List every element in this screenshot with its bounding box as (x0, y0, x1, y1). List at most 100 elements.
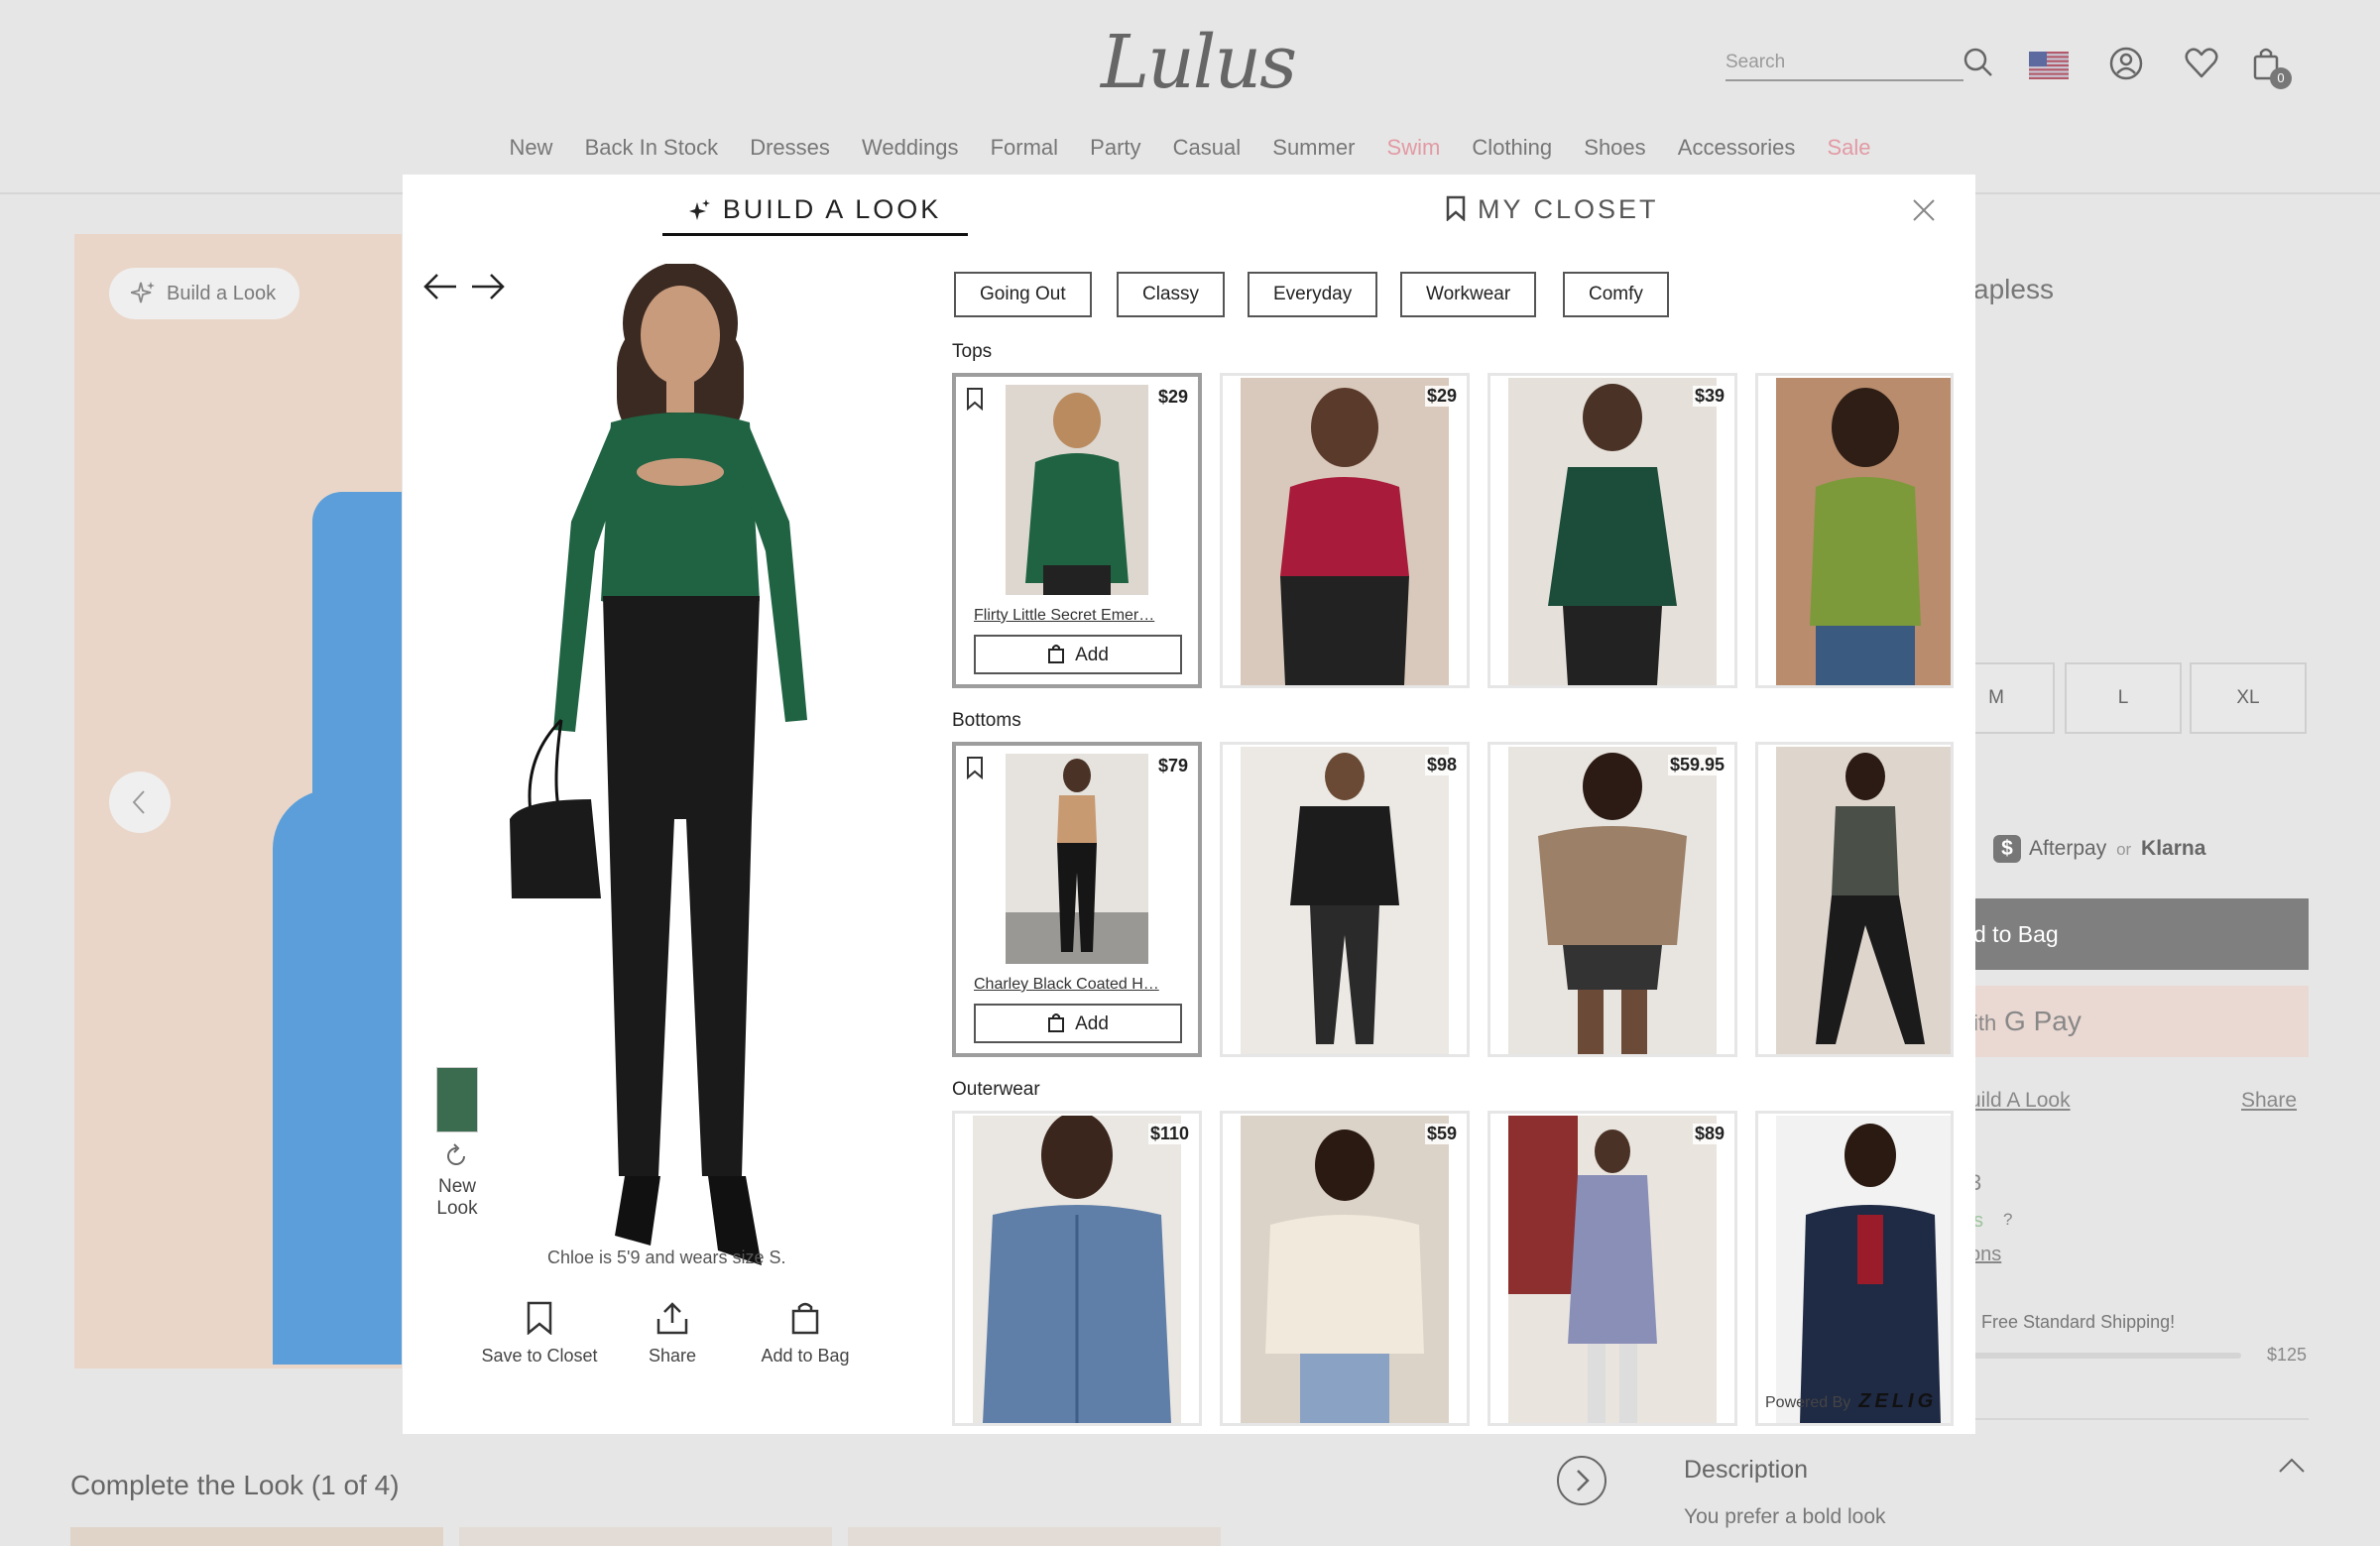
nav-item-summer[interactable]: Summer (1272, 135, 1355, 161)
complete-look-thumb[interactable] (70, 1527, 443, 1546)
nav-item-new[interactable]: New (509, 135, 552, 161)
shopping-bag-icon (1048, 1012, 1065, 1032)
model-size-note: Chloe is 5'9 and wears size S. (547, 1248, 786, 1267)
nav-item-back-in-stock[interactable]: Back In Stock (585, 135, 719, 161)
bookmark-icon[interactable] (966, 387, 984, 411)
afterpay-icon: $ (1993, 835, 2021, 863)
dress-shape-top (312, 492, 402, 1365)
arrow-left-icon[interactable] (422, 272, 458, 301)
product-card-selected[interactable]: $79 Charley Black Coated H… Add (952, 742, 1202, 1057)
afterpay-label[interactable]: Afterpay (2029, 837, 2106, 860)
product-card[interactable] (1755, 742, 1954, 1057)
tab-closet-label: MY CLOSET (1478, 194, 1659, 224)
build-a-look-pill[interactable]: Build a Look (109, 268, 300, 319)
wishlist-heart-icon[interactable] (2184, 46, 2219, 81)
gpay-button[interactable]: ith G Pay (1973, 986, 2309, 1057)
nav-item-casual[interactable]: Casual (1173, 135, 1241, 161)
build-a-look-link[interactable]: uild A Look (1969, 1089, 2071, 1113)
product-price: $59.95 (1667, 755, 1726, 775)
product-card[interactable]: $98 (1220, 742, 1470, 1057)
account-icon[interactable] (2108, 46, 2144, 81)
bookmark-icon (1446, 195, 1466, 222)
nav-item-swim[interactable]: Swim (1387, 135, 1441, 161)
description-heading[interactable]: Description (1684, 1456, 1808, 1485)
search-icon[interactable] (1964, 48, 1993, 77)
share-button[interactable]: Share (613, 1301, 732, 1367)
product-card[interactable]: $29 (1220, 373, 1470, 688)
build-a-look-modal: BUILD A LOOK MY CLOSET New Look Chloe is… (403, 175, 1975, 1434)
product-photo (1776, 747, 1951, 1054)
main-nav: New Back In Stock Dresses Weddings Forma… (0, 135, 2380, 161)
product-card[interactable] (1755, 373, 1954, 688)
hero-prev-button[interactable] (109, 772, 171, 833)
bookmark-icon[interactable] (966, 756, 984, 779)
site-logo[interactable]: Lulus (1101, 20, 1297, 105)
nav-item-clothing[interactable]: Clothing (1472, 135, 1552, 161)
site-header: Lulus 0 New Back In Stock Dresses Weddin… (0, 0, 2380, 194)
tab-build-a-look[interactable]: BUILD A LOOK (662, 194, 968, 236)
search-bar (1726, 46, 1993, 81)
nav-item-shoes[interactable]: Shoes (1584, 135, 1645, 161)
nav-item-party[interactable]: Party (1090, 135, 1140, 161)
zelig-logo[interactable]: ZELIG (1858, 1390, 1937, 1412)
nav-item-accessories[interactable]: Accessories (1678, 135, 1796, 161)
complete-look-thumb[interactable] (459, 1527, 832, 1546)
nav-item-weddings[interactable]: Weddings (862, 135, 958, 161)
us-flag-icon[interactable] (2029, 52, 2069, 79)
product-photo (1508, 378, 1717, 685)
save-to-closet-label: Save to Closet (481, 1346, 598, 1366)
filter-classy[interactable]: Classy (1117, 272, 1226, 317)
close-icon[interactable] (1910, 196, 1938, 224)
filter-everyday[interactable]: Everyday (1248, 272, 1378, 317)
nav-item-sale[interactable]: Sale (1828, 135, 1871, 161)
product-photo (1241, 1116, 1449, 1423)
nav-item-formal[interactable]: Formal (991, 135, 1058, 161)
add-to-bag-button[interactable]: d to Bag (1973, 898, 2309, 970)
add-item-button[interactable]: Add (974, 1004, 1182, 1043)
complete-look-next-button[interactable] (1557, 1456, 1606, 1505)
product-price: $98 (1424, 755, 1459, 775)
size-option-xl[interactable]: XL (2190, 662, 2307, 734)
share-link[interactable]: Share (2241, 1089, 2297, 1113)
product-photo (1508, 1116, 1717, 1423)
product-card[interactable]: $59.95 (1488, 742, 1737, 1057)
product-photo (1241, 747, 1449, 1054)
product-name-link[interactable]: Charley Black Coated H… (974, 976, 1184, 994)
complete-look-thumb[interactable] (848, 1527, 1221, 1546)
product-photo (1508, 747, 1717, 1054)
shipping-progress-bar (1973, 1353, 2241, 1359)
refresh-icon[interactable] (442, 1142, 470, 1170)
save-to-closet-button[interactable]: Save to Closet (480, 1301, 599, 1367)
filter-workwear[interactable]: Workwear (1400, 272, 1537, 317)
add-to-bag-button[interactable]: Add to Bag (746, 1301, 865, 1367)
product-name-link[interactable]: Flirty Little Secret Emer… (974, 607, 1184, 625)
search-input[interactable] (1726, 46, 1964, 81)
product-price: $89 (1692, 1124, 1726, 1144)
tab-my-closet[interactable]: MY CLOSET (1446, 194, 1659, 236)
product-card[interactable]: $39 (1488, 373, 1737, 688)
add-item-label: Add (1075, 644, 1109, 665)
size-option-l[interactable]: L (2065, 662, 2182, 734)
product-photo (1006, 385, 1148, 595)
product-card[interactable]: $89 (1488, 1111, 1737, 1426)
look-thumbnail[interactable] (436, 1067, 478, 1132)
add-item-button[interactable]: Add (974, 635, 1182, 674)
product-card-selected[interactable]: $29 Flirty Little Secret Emer… Add (952, 373, 1202, 688)
product-photo (1006, 754, 1148, 964)
share-label: Share (648, 1346, 697, 1366)
product-price: $39 (1692, 386, 1726, 407)
tab-build-label: BUILD A LOOK (722, 194, 942, 224)
product-card[interactable]: $110 (952, 1111, 1202, 1426)
product-price: $59 (1424, 1124, 1459, 1144)
new-look-button[interactable]: New Look (422, 1176, 492, 1220)
product-card[interactable]: $59 (1220, 1111, 1470, 1426)
shopping-bag-icon (791, 1302, 819, 1335)
product-card[interactable] (1755, 1111, 1954, 1426)
chevron-up-icon[interactable] (2277, 1456, 2307, 1476)
nav-item-dresses[interactable]: Dresses (750, 135, 830, 161)
add-to-bag-label: Add to Bag (761, 1346, 850, 1366)
klarna-label[interactable]: Klarna (2141, 837, 2205, 860)
rewards-help-icon[interactable]: ? (2003, 1210, 2012, 1230)
filter-going-out[interactable]: Going Out (954, 272, 1092, 317)
filter-comfy[interactable]: Comfy (1563, 272, 1669, 317)
